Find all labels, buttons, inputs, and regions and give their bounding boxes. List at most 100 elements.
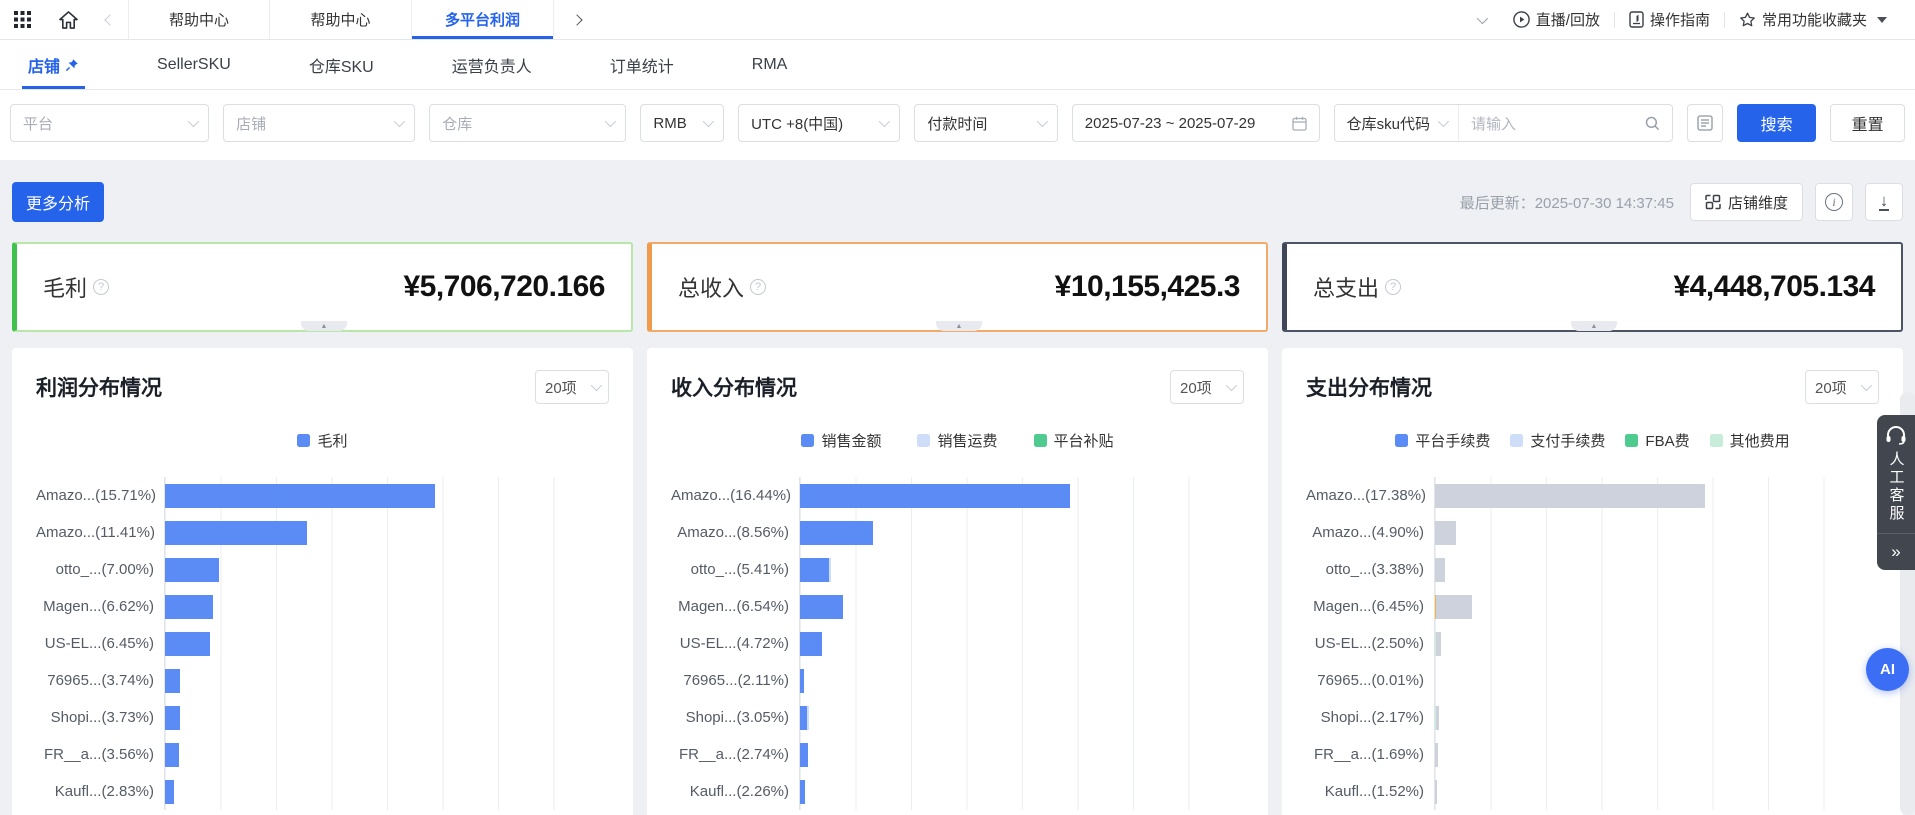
reset-button[interactable]: 重置	[1830, 104, 1905, 142]
legend-item[interactable]: 平台补贴	[1034, 430, 1114, 451]
bar-segment[interactable]	[800, 632, 822, 656]
bar[interactable]	[1435, 706, 1478, 730]
ai-assistant-button[interactable]: AI	[1866, 648, 1909, 691]
legend-item[interactable]: 销售金额	[801, 430, 881, 451]
nav-item-operator[interactable]: 运营负责人	[452, 40, 532, 89]
tab-scroll-right-icon[interactable]	[554, 16, 600, 24]
bar[interactable]	[1435, 780, 1465, 804]
nav-item-order-stats[interactable]: 订单统计	[610, 40, 674, 89]
shop-select[interactable]: 店铺	[223, 104, 415, 142]
bar[interactable]	[800, 558, 917, 582]
bar-segment[interactable]	[800, 743, 808, 767]
bar[interactable]	[165, 743, 244, 767]
timezone-select[interactable]: UTC +8(中国)	[738, 104, 900, 142]
bar-segment[interactable]	[165, 595, 213, 619]
bar[interactable]	[1435, 595, 1564, 619]
customer-service-widget[interactable]: 人工客服 »	[1877, 415, 1915, 570]
legend-item[interactable]: 销售运费	[917, 430, 997, 451]
bar[interactable]	[1435, 632, 1485, 656]
bar[interactable]	[165, 484, 511, 508]
item-count-select[interactable]: 20项	[1805, 370, 1879, 404]
bar-segment[interactable]	[1436, 706, 1439, 730]
bar-segment[interactable]	[800, 706, 807, 730]
bar[interactable]	[1435, 669, 1436, 693]
bar[interactable]	[165, 558, 320, 582]
warehouse-select[interactable]: 仓库	[429, 104, 626, 142]
legend-item[interactable]: 其他费用	[1710, 430, 1790, 451]
dimension-switch-button[interactable]: 店铺维度	[1690, 183, 1803, 221]
bar[interactable]	[800, 780, 848, 804]
time-type-select[interactable]: 付款时间	[914, 104, 1057, 142]
bar-segment[interactable]	[1435, 558, 1445, 582]
bar[interactable]	[800, 743, 858, 767]
help-icon[interactable]: ?	[93, 279, 109, 295]
bar-segment[interactable]	[800, 521, 873, 545]
legend-item[interactable]: FBA费	[1625, 430, 1689, 451]
apps-grid-icon[interactable]	[0, 0, 45, 39]
bar-segment[interactable]	[1436, 632, 1440, 656]
pin-icon[interactable]	[65, 58, 79, 72]
bar-segment[interactable]	[800, 595, 843, 619]
bar[interactable]	[1435, 484, 1781, 508]
bar-segment[interactable]	[165, 558, 219, 582]
bar-segment[interactable]	[165, 669, 180, 693]
date-range-picker[interactable]: 2025-07-23 ~ 2025-07-29	[1072, 104, 1320, 142]
tab-scroll-left-icon[interactable]	[92, 0, 128, 39]
tab-list-dropdown-icon[interactable]	[1463, 0, 1499, 39]
tab-help-center-1[interactable]: 帮助中心	[128, 0, 270, 39]
search-icon[interactable]	[1645, 116, 1660, 131]
tab-help-center-2[interactable]: 帮助中心	[270, 0, 412, 39]
bar[interactable]	[800, 669, 844, 693]
bar-segment[interactable]	[800, 558, 829, 582]
nav-item-shop[interactable]: 店铺	[28, 40, 79, 89]
bar[interactable]	[800, 706, 864, 730]
sku-search-input[interactable]: 请输入	[1459, 105, 1672, 141]
sku-type-select[interactable]: 仓库sku代码	[1335, 105, 1459, 141]
bar-segment[interactable]	[165, 743, 179, 767]
collapse-right-icon[interactable]: »	[1877, 534, 1915, 570]
bar[interactable]	[165, 595, 311, 619]
bar[interactable]	[165, 521, 416, 545]
bar-segment[interactable]	[165, 632, 210, 656]
legend-item[interactable]: 毛利	[297, 430, 347, 451]
search-button[interactable]: 搜索	[1737, 104, 1817, 142]
legend-item[interactable]: 支付手续费	[1510, 430, 1605, 451]
bar[interactable]	[165, 669, 248, 693]
tab-multi-platform-profit[interactable]: 多平台利润	[412, 0, 554, 39]
bar[interactable]	[1435, 558, 1502, 582]
bar[interactable]	[800, 595, 938, 619]
nav-item-rma[interactable]: RMA	[752, 40, 788, 89]
item-count-select[interactable]: 20项	[1170, 370, 1244, 404]
help-icon[interactable]: ?	[1385, 279, 1401, 295]
bar[interactable]	[165, 632, 307, 656]
currency-select[interactable]: RMB	[640, 104, 724, 142]
bar-segment[interactable]	[1436, 595, 1473, 619]
batch-input-button[interactable]	[1687, 104, 1723, 142]
info-button[interactable]: i	[1815, 183, 1853, 221]
platform-select[interactable]: 平台	[10, 104, 209, 142]
bar-segment[interactable]	[1435, 484, 1705, 508]
bar-segment[interactable]	[807, 706, 810, 730]
bar-segment[interactable]	[165, 706, 180, 730]
bar-segment[interactable]	[800, 669, 804, 693]
bar-segment[interactable]	[829, 558, 831, 582]
bar-segment[interactable]	[1435, 521, 1456, 545]
live-replay-button[interactable]: 直播/回放	[1499, 10, 1614, 30]
bar[interactable]	[800, 521, 980, 545]
bar-segment[interactable]	[1435, 743, 1438, 767]
bar-segment[interactable]	[800, 484, 1070, 508]
collapse-handle[interactable]: ▲	[1571, 321, 1617, 331]
bar-segment[interactable]	[165, 484, 435, 508]
bar[interactable]	[800, 632, 899, 656]
help-icon[interactable]: ?	[750, 279, 766, 295]
collapse-handle[interactable]: ▲	[936, 321, 982, 331]
download-button[interactable]: ↓	[1865, 183, 1903, 221]
item-count-select[interactable]: 20项	[535, 370, 609, 404]
collapse-handle[interactable]: ▲	[301, 321, 347, 331]
operation-guide-button[interactable]: 操作指南	[1615, 10, 1724, 30]
bar-segment[interactable]	[165, 780, 174, 804]
more-analysis-button[interactable]: 更多分析	[12, 182, 104, 222]
bar-segment[interactable]	[165, 521, 307, 545]
bar[interactable]	[165, 706, 247, 730]
favorites-menu[interactable]: 常用功能收藏夹	[1725, 10, 1901, 30]
